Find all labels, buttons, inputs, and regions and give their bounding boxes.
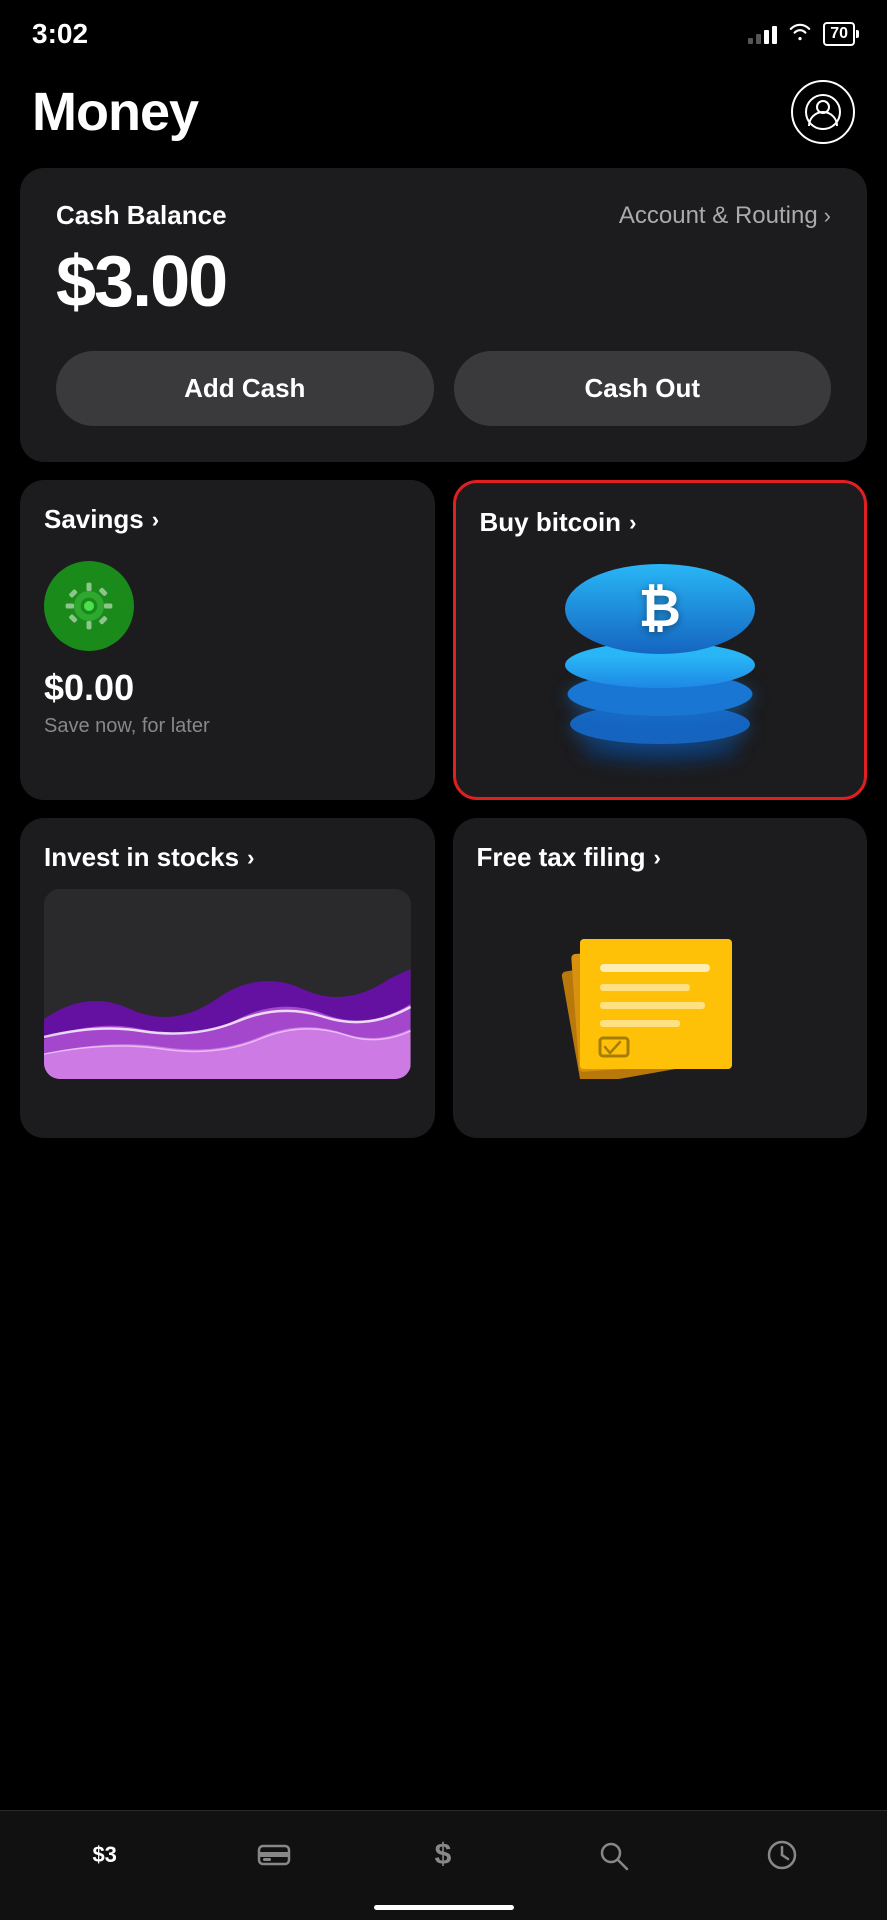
- bitcoin-illustration: ₿: [480, 554, 841, 744]
- bitcoin-chevron-icon: ›: [629, 510, 636, 536]
- nav-item-balance[interactable]: $3: [65, 1842, 145, 1868]
- invest-card[interactable]: Invest in stocks ›: [20, 818, 435, 1138]
- invest-chart: [44, 889, 411, 1079]
- bitcoin-card[interactable]: Buy bitcoin › ₿: [453, 480, 868, 800]
- cash-balance-card: Cash Balance Account & Routing › $3.00 A…: [20, 168, 867, 462]
- savings-title: Savings ›: [44, 504, 411, 535]
- savings-amount: $0.00: [44, 667, 134, 709]
- wifi-icon: [787, 21, 813, 47]
- status-time: 3:02: [32, 18, 88, 50]
- tax-chevron-icon: ›: [654, 845, 661, 871]
- tax-illustration: [477, 889, 844, 1079]
- dollar-icon: $: [429, 1838, 457, 1872]
- bottom-navigation: $3 $: [0, 1810, 887, 1920]
- feature-grid: Savings ›: [20, 480, 867, 1138]
- card-icon: [257, 1841, 291, 1869]
- bitcoin-symbol: ₿: [639, 579, 681, 639]
- nav-item-card[interactable]: [234, 1841, 314, 1869]
- battery-icon: 70: [823, 22, 855, 46]
- invest-chevron-icon: ›: [247, 845, 254, 871]
- nav-balance-label: $3: [92, 1842, 116, 1868]
- tax-card[interactable]: Free tax filing ›: [453, 818, 868, 1138]
- home-indicator: [374, 1905, 514, 1910]
- clock-icon: [766, 1839, 798, 1871]
- cash-out-button[interactable]: Cash Out: [454, 351, 832, 426]
- search-icon: [597, 1839, 629, 1871]
- savings-icon: [44, 561, 134, 651]
- add-cash-button[interactable]: Add Cash: [56, 351, 434, 426]
- bitcoin-title: Buy bitcoin ›: [480, 507, 841, 538]
- cash-balance-label: Cash Balance: [56, 200, 227, 231]
- savings-subtitle: Save now, for later: [44, 715, 210, 738]
- action-buttons: Add Cash Cash Out: [56, 351, 831, 426]
- chevron-right-icon: ›: [824, 203, 831, 229]
- account-routing-link[interactable]: Account & Routing ›: [619, 202, 831, 230]
- nav-item-dollar[interactable]: $: [403, 1838, 483, 1872]
- account-routing-text: Account & Routing: [619, 202, 818, 230]
- balance-amount: $3.00: [56, 241, 831, 323]
- signal-icon: [748, 24, 777, 44]
- invest-title: Invest in stocks ›: [44, 842, 411, 873]
- nav-item-clock[interactable]: [742, 1839, 822, 1871]
- status-bar: 3:02 70: [0, 0, 887, 60]
- profile-button[interactable]: [791, 80, 855, 144]
- nav-item-search[interactable]: [573, 1839, 653, 1871]
- app-header: Money: [0, 60, 887, 168]
- status-icons: 70: [748, 21, 855, 47]
- savings-chevron-icon: ›: [152, 507, 159, 533]
- svg-text:$: $: [435, 1838, 452, 1871]
- profile-icon: [805, 94, 841, 130]
- main-content: Cash Balance Account & Routing › $3.00 A…: [0, 168, 887, 1286]
- tax-title: Free tax filing ›: [477, 842, 844, 873]
- page-title: Money: [32, 81, 198, 143]
- card-header: Cash Balance Account & Routing ›: [56, 200, 831, 231]
- savings-card[interactable]: Savings ›: [20, 480, 435, 800]
